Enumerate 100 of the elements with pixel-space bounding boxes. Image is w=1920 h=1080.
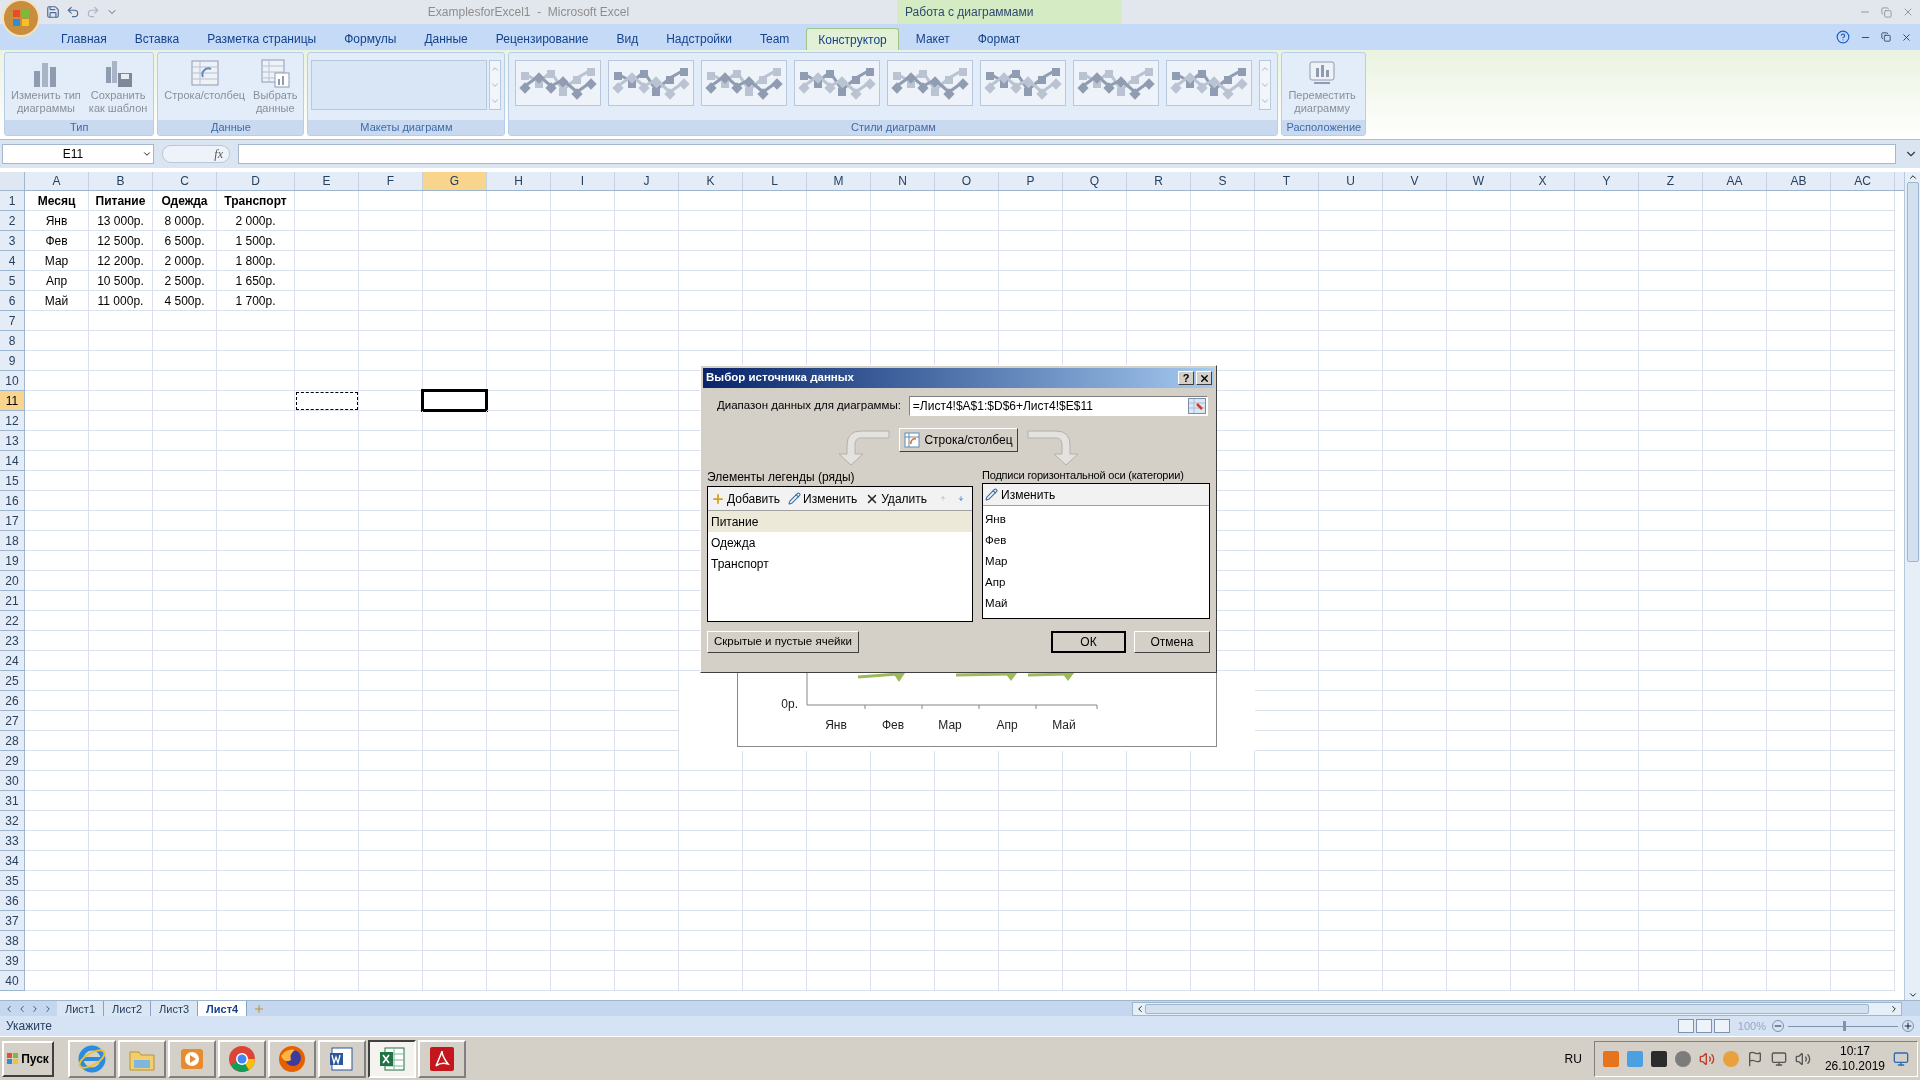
chart-style-thumbnail[interactable] [1166,60,1253,106]
speaker-icon[interactable] [1698,1050,1715,1067]
row-header[interactable]: 35 [0,871,25,891]
language-indicator[interactable]: RU [1564,1049,1582,1068]
category-item[interactable]: Май [983,593,1209,614]
sheet-cell[interactable]: 1 700р. [217,291,295,311]
sheet-cell[interactable]: 1 650р. [217,271,295,291]
horizontal-scrollbar[interactable] [1132,1001,1902,1016]
row-header[interactable]: 38 [0,931,25,951]
column-header[interactable]: Q [1063,172,1127,190]
row-header[interactable]: 27 [0,711,25,731]
office-button[interactable] [2,0,40,37]
row-header[interactable]: 32 [0,811,25,831]
column-header[interactable]: P [999,172,1063,190]
sheet-cell[interactable]: Транспорт [217,191,295,211]
row-header[interactable]: 20 [0,571,25,591]
select-all-corner[interactable] [0,172,25,190]
series-tool-button[interactable]: Изменить [787,489,859,508]
ribbon-tab[interactable]: Надстройки [655,28,743,50]
sheet-cell[interactable]: 12 200р. [89,251,153,271]
row-header[interactable]: 29 [0,751,25,771]
sheet-cell[interactable]: 12 500р. [89,231,153,251]
column-header[interactable]: R [1127,172,1191,190]
save-icon[interactable] [46,5,60,19]
column-header[interactable]: A [25,172,89,190]
ribbon-tab[interactable]: Формулы [333,28,408,50]
row-header[interactable]: 25 [0,671,25,691]
chart-style-thumbnail[interactable] [980,60,1067,106]
chart-style-thumbnail[interactable] [515,60,602,106]
chart-style-thumbnail[interactable] [1073,60,1160,106]
column-header[interactable]: H [487,172,551,190]
chart-style-thumbnail[interactable] [701,60,788,106]
column-header[interactable]: C [153,172,217,190]
ribbon-tab[interactable]: Разметка страницы [196,28,328,50]
column-header[interactable]: AC [1831,172,1895,190]
hidden-cells-button[interactable]: Скрытые и пустые ячейки [707,631,859,653]
row-header[interactable]: 4 [0,251,25,271]
ribbon-tab[interactable]: Конструктор [806,28,899,50]
column-header[interactable]: I [551,172,615,190]
chart-style-thumbnail[interactable] [608,60,695,106]
ribbon-tab[interactable]: Вид [605,28,650,50]
ribbon-tab[interactable]: Team [749,28,801,50]
column-header[interactable]: M [807,172,871,190]
sheet-cell[interactable]: 2 000р. [153,251,217,271]
dropdown-icon[interactable] [142,149,152,159]
column-header[interactable]: W [1447,172,1511,190]
category-item[interactable]: Апр [983,572,1209,593]
row-header[interactable]: 28 [0,731,25,751]
zoom-thumb[interactable] [1843,1021,1846,1031]
category-item[interactable]: Мар [983,551,1209,572]
close-icon[interactable] [1901,31,1912,43]
row-header[interactable]: 12 [0,411,25,431]
row-header[interactable]: 3 [0,231,25,251]
ribbon-tab[interactable]: Макет [904,28,961,50]
column-header[interactable]: X [1511,172,1575,190]
restore-icon[interactable] [1881,32,1891,42]
layout-gallery[interactable] [311,60,488,110]
column-header[interactable]: AB [1767,172,1831,190]
row-header[interactable]: 6 [0,291,25,311]
category-item[interactable]: Фев [983,530,1209,551]
row-header[interactable]: 11 [0,391,25,411]
flag-icon[interactable] [1746,1050,1763,1067]
page-layout-icon[interactable] [1695,1019,1712,1033]
row-header[interactable]: 34 [0,851,25,871]
ribbon-tab[interactable]: Данные [413,28,479,50]
row-header[interactable]: 8 [0,331,25,351]
zoom-in-icon[interactable] [1902,1020,1914,1032]
sheet-cell[interactable]: Янв [25,211,89,231]
column-header[interactable]: S [1191,172,1255,190]
zoom-slider[interactable] [1788,1020,1898,1032]
scroll-left-icon[interactable] [1135,1003,1145,1014]
scroll-thumb[interactable] [1145,1003,1869,1014]
sheet-cell[interactable]: Питание [89,191,153,211]
help-button[interactable]: ? [1178,371,1194,385]
column-header[interactable]: U [1319,172,1383,190]
column-header[interactable]: O [935,172,999,190]
column-header[interactable]: J [615,172,679,190]
clock-time[interactable]: 10:17 [1839,1043,1870,1059]
range-field[interactable]: =Лист4!$A$1:$D$6+Лист4!$E$11 [908,396,1208,416]
sheet-cell[interactable]: 4 500р. [153,291,217,311]
chart-area[interactable]: 0р. Янв Фев Мар Апр Май [737,673,1217,747]
column-header[interactable]: K [679,172,743,190]
network-icon[interactable] [1770,1050,1787,1067]
formula-button[interactable]: fx [162,145,230,163]
column-header[interactable]: V [1383,172,1447,190]
ribbon-tab[interactable]: Формат [966,28,1032,50]
column-header[interactable]: G [423,172,487,190]
scroll-thumb[interactable] [1906,182,1919,562]
first-sheet-icon[interactable] [4,1003,14,1014]
row-header[interactable]: 24 [0,651,25,671]
row-header[interactable]: 37 [0,911,25,931]
row-header[interactable]: 7 [0,311,25,331]
row-header[interactable]: 31 [0,791,25,811]
column-header[interactable]: D [217,172,295,190]
series-item[interactable]: Одежда [708,532,972,553]
row-header[interactable]: 2 [0,211,25,231]
row-header[interactable]: 40 [0,971,25,991]
sheet-cell[interactable]: 13 000р. [89,211,153,231]
row-header[interactable]: 16 [0,491,25,511]
series-tool-button[interactable]: Добавить [710,489,782,508]
